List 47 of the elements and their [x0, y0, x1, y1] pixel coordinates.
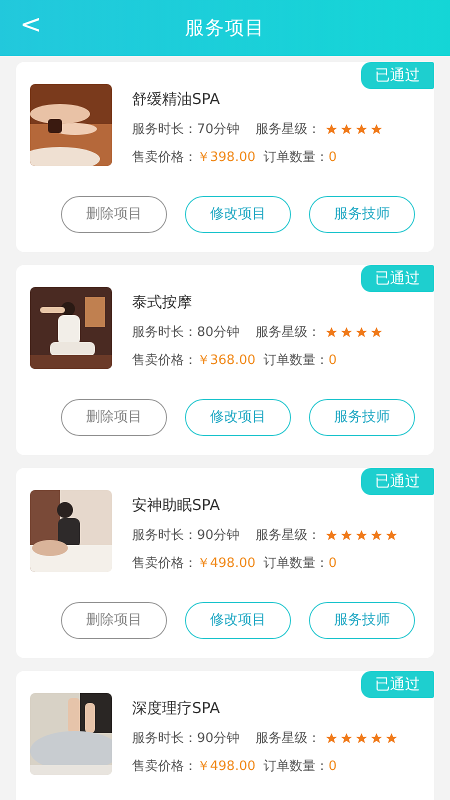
orders-label: 订单数量： [264, 352, 328, 370]
duration-value: 70分钟 [197, 120, 240, 138]
rating-label: 服务星级： [256, 324, 321, 342]
orders-value: 0 [328, 758, 337, 776]
service-name: 舒缓精油SPA [132, 89, 221, 110]
delete-button[interactable]: 删除项目 [61, 398, 167, 436]
duration-value: 90分钟 [197, 730, 240, 748]
edit-button[interactable]: 修改项目 [185, 196, 291, 232]
price-value: ￥498.00 [197, 555, 256, 573]
status-tag: 已通过 [361, 62, 434, 88]
service-name: 泰式按摩 [132, 292, 193, 313]
page-title: 服务项目 [185, 16, 265, 41]
back-button[interactable]: < [14, 10, 48, 40]
price-label: 售卖价格： [132, 758, 197, 776]
price-value: ￥398.00 [197, 149, 256, 167]
rating-label: 服务星级： [256, 526, 321, 544]
rating-label: 服务星级： [256, 120, 321, 138]
edit-button[interactable]: 修改项目 [185, 602, 291, 638]
status-tag: 已通过 [361, 468, 434, 494]
orders-label: 订单数量： [264, 555, 328, 573]
orders-value: 0 [328, 149, 337, 167]
duration-value: 80分钟 [197, 324, 240, 342]
duration-label: 服务时长： [132, 324, 197, 342]
orders-value: 0 [328, 352, 337, 370]
status-tag: 已通过 [361, 671, 434, 698]
rating-label: 服务星级： [256, 730, 321, 748]
service-name: 安神助眠SPA [132, 495, 221, 516]
duration-label: 服务时长： [132, 526, 197, 544]
duration-value: 90分钟 [197, 526, 240, 544]
orders-label: 订单数量： [264, 149, 328, 167]
price-label: 售卖价格： [132, 555, 197, 573]
service-name: 深度理疗SPA [132, 698, 221, 719]
delete-button[interactable]: 删除项目 [61, 602, 167, 638]
staff-button[interactable]: 服务技师 [309, 398, 415, 436]
staff-button[interactable]: 服务技师 [309, 602, 415, 638]
orders-label: 订单数量： [264, 758, 328, 776]
price-label: 售卖价格： [132, 149, 197, 167]
staff-button[interactable]: 服务技师 [309, 196, 415, 232]
edit-button[interactable]: 修改项目 [185, 398, 291, 436]
orders-value: 0 [328, 555, 337, 573]
price-value: ￥368.00 [197, 352, 256, 370]
status-tag: 已通过 [361, 265, 434, 292]
price-value: ￥498.00 [197, 758, 256, 776]
duration-label: 服务时长： [132, 730, 197, 748]
price-label: 售卖价格： [132, 352, 197, 370]
delete-button[interactable]: 删除项目 [61, 196, 167, 232]
duration-label: 服务时长： [132, 120, 197, 138]
